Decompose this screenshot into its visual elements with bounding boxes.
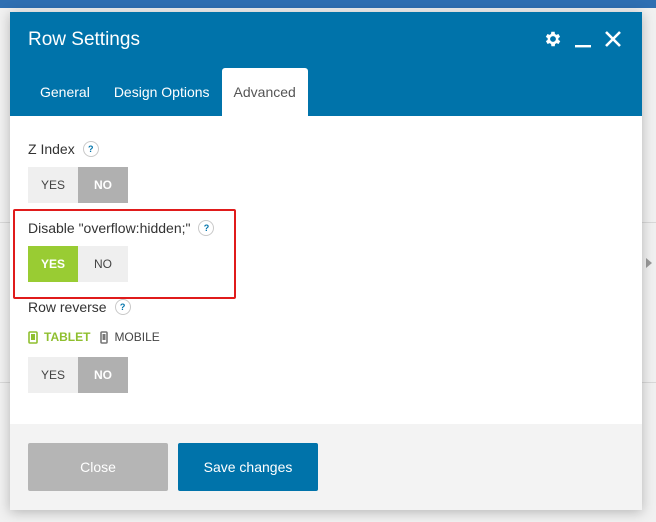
overflow-help-icon[interactable]: ? [198,220,215,236]
tab-advanced[interactable]: Advanced [221,68,308,116]
background-arrow-icon [646,258,652,268]
overflow-toggle: YES NO [28,246,128,282]
row-reverse-no-option[interactable]: NO [78,357,128,393]
row-reverse-field: Row reverse ? [28,299,131,315]
device-mobile-label: MOBILE [114,330,160,344]
overflow-field: Disable "overflow:hidden;" ? [28,220,215,236]
background-divider [0,222,10,223]
z-index-toggle: YES NO [28,167,128,203]
background-divider [642,222,656,223]
tab-general[interactable]: General [28,68,102,116]
row-reverse-toggle: YES NO [28,357,128,393]
z-index-help-icon[interactable]: ? [82,141,99,157]
gear-icon[interactable] [542,28,564,50]
row-settings-modal: Row Settings General Design Options Adva… [10,12,642,510]
device-selector: TABLET MOBILE [28,330,160,344]
modal-header: Row Settings General Design Options Adva… [10,12,642,116]
close-icon[interactable] [602,28,624,50]
header-controls [542,28,624,50]
modal-footer: Close Save changes [10,424,642,510]
close-button[interactable]: Close [28,443,168,491]
modal-body: Z Index ? YES NO Disable "overflow:hidde… [10,116,642,424]
overflow-yes-option[interactable]: YES [28,246,78,282]
overflow-label: Disable "overflow:hidden;" [28,220,191,236]
tab-design-options[interactable]: Design Options [102,68,222,116]
tab-bar: General Design Options Advanced [28,68,308,116]
overflow-no-option[interactable]: NO [78,246,128,282]
z-index-field: Z Index ? [28,141,99,157]
device-tablet-label: TABLET [44,330,91,344]
row-reverse-help-icon[interactable]: ? [114,299,131,315]
tablet-icon [28,330,38,344]
mobile-icon [100,330,109,344]
device-tablet[interactable]: TABLET [28,330,90,344]
row-reverse-yes-option[interactable]: YES [28,357,78,393]
background-divider [642,382,656,383]
device-mobile[interactable]: MOBILE [100,330,160,344]
modal-title: Row Settings [28,29,140,50]
minimize-icon[interactable] [572,28,594,50]
z-index-yes-option[interactable]: YES [28,167,78,203]
background-divider [0,382,10,383]
save-changes-button[interactable]: Save changes [178,443,318,491]
z-index-label: Z Index [28,141,75,157]
row-reverse-label: Row reverse [28,299,107,315]
background-topbar [0,0,656,8]
z-index-no-option[interactable]: NO [78,167,128,203]
